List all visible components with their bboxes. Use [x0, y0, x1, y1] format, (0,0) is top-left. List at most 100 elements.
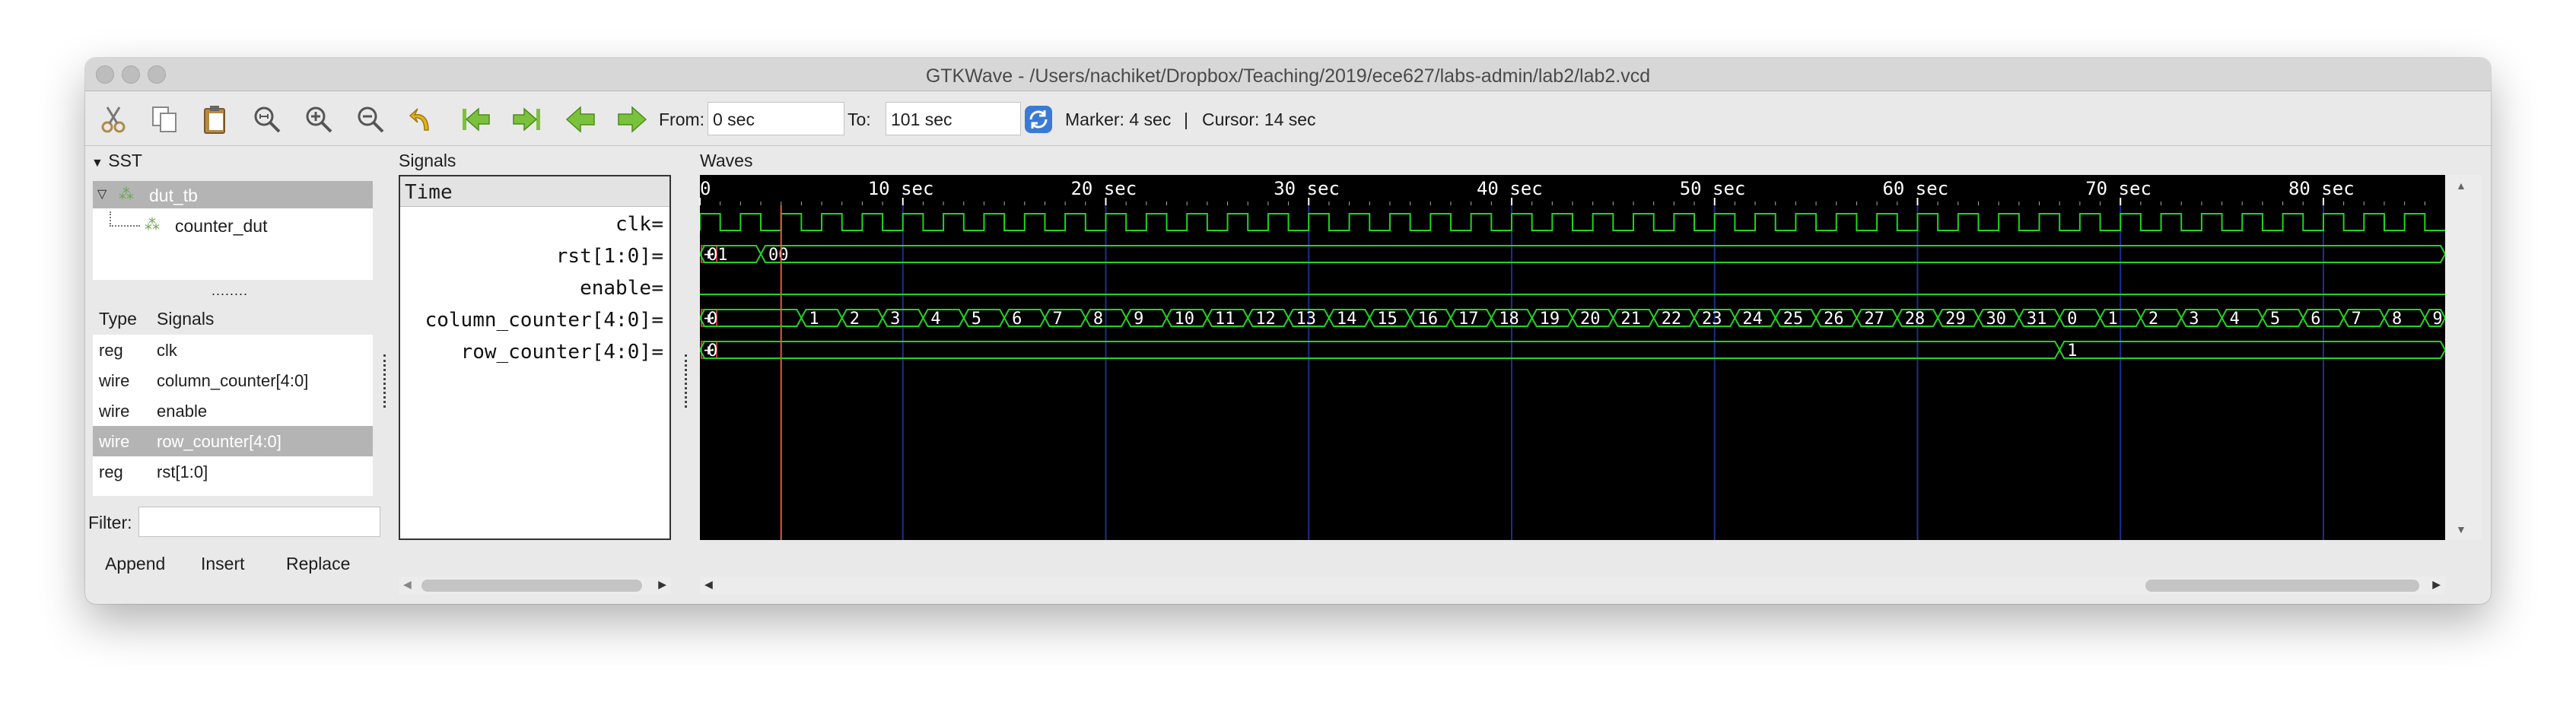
signal-list-row[interactable]: wire enable	[93, 396, 373, 426]
filter-label: Filter:	[88, 513, 132, 532]
pane-splitter-handle[interactable]: ........	[211, 283, 248, 299]
signal-list-row[interactable]: wire column_counter[4:0]	[93, 365, 373, 396]
module-icon: ⁂	[145, 217, 160, 234]
row-counter-value: 1	[2067, 342, 2077, 361]
from-field[interactable]: 0 sec	[708, 102, 844, 135]
scroll-thumb[interactable]	[2145, 580, 2419, 592]
zoom-out-icon[interactable]	[351, 102, 390, 137]
column-counter-value: 28	[1905, 310, 1926, 329]
scroll-left-icon[interactable]: ◀	[704, 578, 713, 591]
signal-name-rst: rst[1:0]	[555, 245, 651, 268]
signal-list: reg clk wire column_counter[4:0] wire enabl…	[93, 335, 373, 496]
signals-splitter-handle[interactable]	[685, 354, 688, 408]
column-counter-value: 6	[2310, 310, 2320, 329]
column-counter-value: 26	[1824, 310, 1844, 329]
signal-list-row-selected[interactable]: wire row_counter[4:0]	[93, 426, 373, 456]
scroll-thumb[interactable]	[421, 580, 642, 592]
chevron-down-icon[interactable]: ▼	[91, 157, 103, 170]
equals-sign: =	[651, 277, 663, 300]
sst-splitter-handle[interactable]	[383, 354, 386, 408]
column-counter-value: 15	[1377, 310, 1398, 329]
column-counter-value: 7	[2352, 310, 2361, 329]
replace-button[interactable]: Replace	[286, 554, 350, 574]
undo-icon[interactable]	[403, 102, 441, 137]
scroll-down-icon[interactable]: ▼	[2456, 523, 2466, 535]
time-label: 80 sec	[2288, 178, 2355, 199]
waves-horizontal-scrollbar[interactable]: ◀ ▶	[700, 577, 2445, 595]
prev-edge-icon[interactable]	[561, 102, 599, 137]
waves-vertical-scrollbar[interactable]: ▲ ▼	[2445, 175, 2482, 540]
rst-value: 01	[708, 246, 728, 265]
time-row[interactable]: Time	[400, 176, 669, 207]
signal-name-row[interactable]: clk =	[400, 210, 669, 239]
column-counter-value: 5	[972, 310, 981, 329]
jump-end-icon[interactable]	[508, 102, 546, 137]
cut-icon[interactable]	[94, 102, 132, 137]
column-counter-value: 20	[1580, 310, 1601, 329]
waves-pane[interactable]: 0 10 sec 20 sec 30 sec 40 sec 50 sec 60 sec 70 …	[700, 175, 2445, 540]
scroll-left-icon[interactable]: ◀	[403, 578, 412, 591]
column-counter-segment	[1003, 309, 1046, 327]
signal-name-column-counter: column_counter[4:0]	[425, 309, 651, 332]
title-bar[interactable]: GTKWave - /Users/nachiket/Dropbox/Teachi…	[85, 58, 2491, 91]
column-counter-value: 19	[1540, 310, 1560, 329]
time-label: 30 sec	[1274, 178, 1340, 199]
column-counter-value: 27	[1864, 310, 1884, 329]
signal-name-row[interactable]: column_counter[4:0] =	[400, 306, 669, 335]
to-field[interactable]: 101 sec	[886, 102, 1021, 135]
scroll-right-icon[interactable]: ▶	[658, 578, 666, 591]
column-counter-value: 0	[708, 310, 717, 329]
paste-icon[interactable]	[196, 102, 234, 137]
tree-item-counter-dut[interactable]: ⁂ counter_dut	[93, 211, 373, 239]
time-label: 40 sec	[1477, 178, 1543, 199]
waves-pane-header: Waves	[700, 151, 753, 170]
column-counter-segment	[922, 309, 965, 327]
equals-sign: =	[651, 245, 663, 268]
signals-pane-header: Signals	[399, 151, 456, 170]
time-label: 60 sec	[1882, 178, 1948, 199]
next-edge-icon[interactable]	[613, 102, 651, 137]
signal-name-row[interactable]: row_counter[4:0] =	[400, 338, 669, 367]
insert-button[interactable]: Insert	[201, 554, 245, 574]
reload-icon[interactable]	[1019, 102, 1057, 137]
copy-icon[interactable]	[146, 102, 184, 137]
column-counter-value: 12	[1255, 310, 1276, 329]
type-column-header[interactable]: Type	[99, 309, 137, 329]
signal-name: row_counter[4:0]	[157, 432, 281, 451]
column-counter-value: 4	[930, 310, 940, 329]
signals-column-header[interactable]: Signals	[157, 309, 214, 329]
append-button[interactable]: Append	[105, 554, 165, 574]
signal-name-row[interactable]: rst[1:0] =	[400, 242, 669, 271]
column-counter-segment	[1125, 309, 1168, 327]
cursor-readout: Cursor: 14 sec	[1202, 110, 1316, 129]
column-counter-value: 8	[1093, 310, 1103, 329]
module-icon: ⁂	[119, 186, 134, 203]
time-label: 70 sec	[2085, 178, 2151, 199]
filter-input[interactable]	[138, 507, 380, 537]
tree-item-label: dut_tb	[149, 186, 198, 205]
column-counter-value: 9	[1134, 310, 1143, 329]
signal-type: wire	[99, 432, 130, 451]
sst-header[interactable]: ▼ SST	[91, 151, 142, 171]
time-label: 50 sec	[1680, 178, 1746, 199]
column-counter-value: 1	[2108, 310, 2118, 329]
column-counter-value: 4	[2230, 310, 2240, 329]
tree-item-label: counter_dut	[175, 216, 268, 236]
signals-horizontal-scrollbar[interactable]: ◀ ▶	[399, 577, 671, 595]
signal-list-row[interactable]: reg rst[1:0]	[93, 456, 373, 487]
signal-name-enable: enable	[580, 277, 651, 300]
tree-item-dut-tb[interactable]: ▽ ⁂ dut_tb	[93, 181, 373, 208]
signal-list-row[interactable]: reg clk	[93, 335, 373, 365]
time-label: Time	[405, 181, 453, 204]
signal-name-row[interactable]: enable =	[400, 274, 669, 303]
jump-start-icon[interactable]	[456, 102, 495, 137]
chevron-down-icon[interactable]: ▽	[97, 186, 107, 202]
scroll-up-icon[interactable]: ▲	[2456, 180, 2466, 192]
zoom-fit-icon[interactable]	[248, 102, 286, 137]
column-counter-value: 13	[1296, 310, 1317, 329]
row-counter-segment	[2059, 341, 2445, 359]
waveform-canvas[interactable]: 0 10 sec 20 sec 30 sec 40 sec 50 sec 60 sec 70 …	[700, 175, 2445, 540]
column-counter-value: 9	[2432, 310, 2442, 329]
scroll-right-icon[interactable]: ▶	[2432, 578, 2441, 591]
zoom-in-icon[interactable]	[300, 102, 338, 137]
